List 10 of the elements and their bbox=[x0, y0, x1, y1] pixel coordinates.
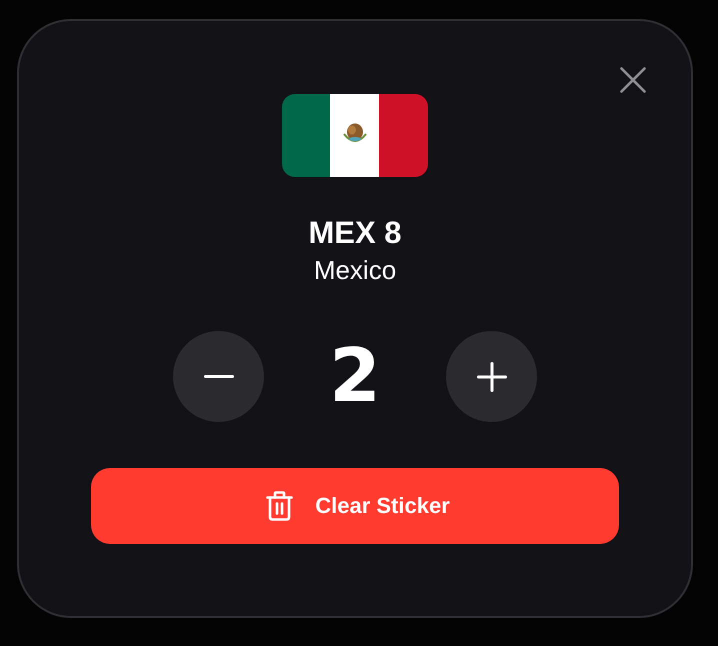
close-icon bbox=[620, 67, 646, 93]
plus-icon bbox=[476, 362, 506, 392]
trash-icon bbox=[266, 491, 294, 521]
sticker-code: MEX 8 bbox=[308, 215, 402, 251]
country-name: Mexico bbox=[314, 254, 396, 286]
flag-icon bbox=[282, 94, 428, 177]
close-button[interactable] bbox=[620, 67, 646, 93]
clear-sticker-button[interactable]: Clear Sticker bbox=[91, 468, 619, 544]
quantity-count: 2 bbox=[328, 332, 382, 421]
minus-icon bbox=[204, 375, 234, 378]
